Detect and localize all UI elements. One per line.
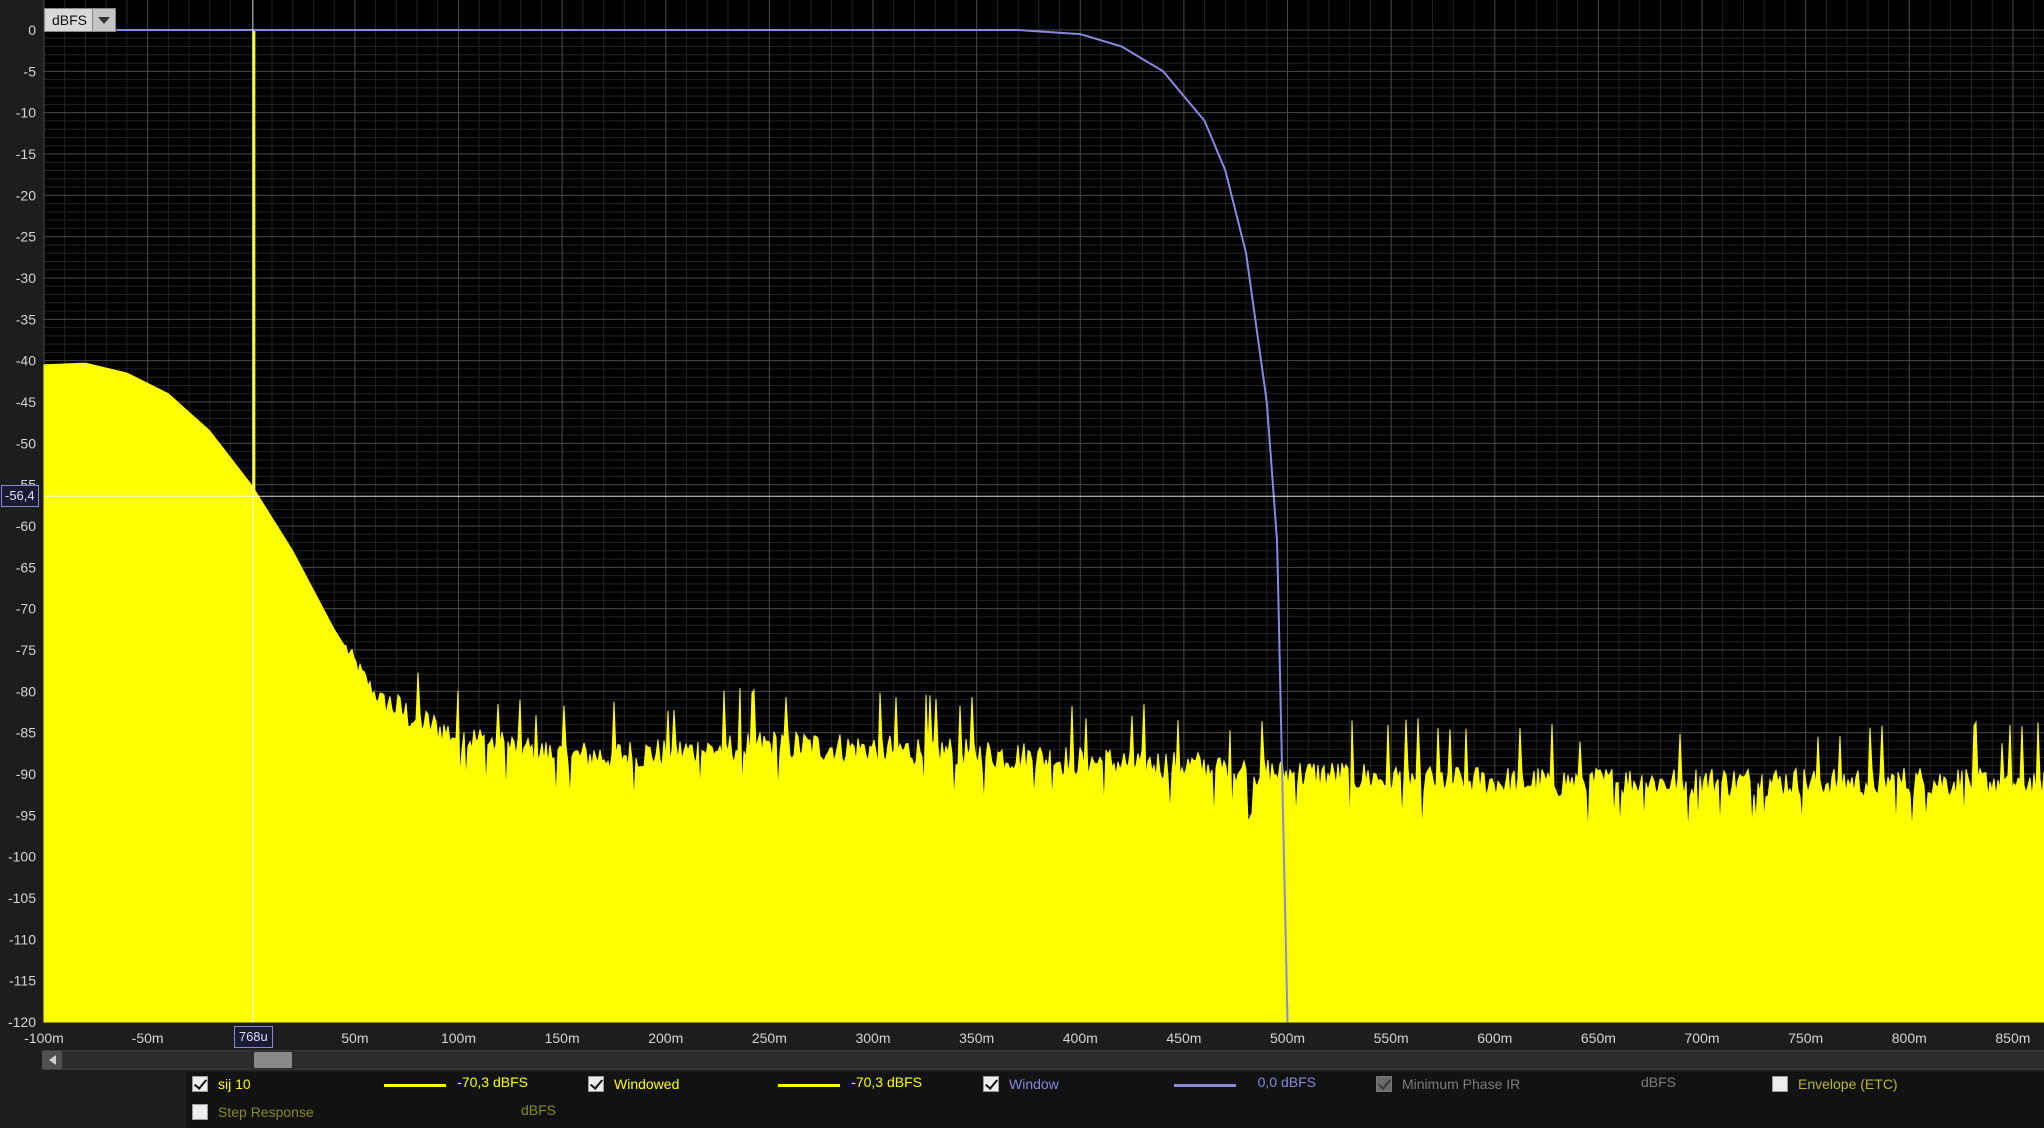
impulse-response-plot[interactable]: 0-5-10-15-20-25-30-35-40-45-50-55-60-65-… bbox=[0, 0, 2044, 1128]
legend-item-minimum-phase-ir: Minimum Phase IR bbox=[1376, 1074, 1520, 1094]
legend-label-minimum-phase-ir: Minimum Phase IR bbox=[1402, 1076, 1521, 1092]
x-tick-label: 200m bbox=[648, 1030, 683, 1046]
x-tick-label: 450m bbox=[1166, 1030, 1201, 1046]
y-tick-label: -25 bbox=[16, 229, 36, 245]
legend-item-envelope-etc[interactable]: Envelope (ETC) bbox=[1772, 1074, 1898, 1094]
y-tick-label: -5 bbox=[24, 63, 37, 79]
x-tick-label: 100m bbox=[441, 1030, 476, 1046]
legend-unit-step-response: dBFS bbox=[520, 1102, 556, 1118]
x-tick-label: 650m bbox=[1581, 1030, 1616, 1046]
legend-swatch-window bbox=[1174, 1084, 1236, 1087]
y-tick-label: -15 bbox=[16, 146, 36, 162]
y-tick-label: -90 bbox=[16, 766, 36, 782]
legend-checkbox-step-response[interactable] bbox=[192, 1104, 208, 1120]
trace-legend: sij 10 -70,3 dBFS Windowed -70,3 dBFS Wi… bbox=[186, 1072, 2044, 1128]
y-tick-label: -70 bbox=[16, 601, 36, 617]
x-tick-label: 350m bbox=[959, 1030, 994, 1046]
y-tick-label: -80 bbox=[16, 683, 36, 699]
x-tick-label: 550m bbox=[1374, 1030, 1409, 1046]
legend-value-windowed: -70,3 dBFS bbox=[851, 1074, 922, 1090]
unit-selector-label: dBFS bbox=[52, 12, 88, 28]
y-tick-label: -30 bbox=[16, 270, 36, 286]
x-tick-label: 800m bbox=[1892, 1030, 1927, 1046]
y-cursor-readout: -56,4 bbox=[1, 485, 39, 508]
legend-checkbox-envelope-etc[interactable] bbox=[1772, 1076, 1788, 1092]
y-tick-label: -120 bbox=[8, 1014, 36, 1030]
x-tick-label: 250m bbox=[752, 1030, 787, 1046]
x-tick-label: -100m bbox=[24, 1030, 64, 1046]
y-tick-label: -85 bbox=[16, 725, 36, 741]
legend-label-sij10: sij 10 bbox=[218, 1076, 251, 1092]
legend-value-window: 0,0 dBFS bbox=[1257, 1074, 1316, 1090]
legend-swatch-windowed bbox=[778, 1084, 840, 1087]
y-tick-label: -35 bbox=[16, 311, 36, 327]
legend-checkbox-window[interactable] bbox=[983, 1076, 999, 1092]
legend-label-windowed: Windowed bbox=[614, 1076, 680, 1092]
x-tick-label: 150m bbox=[545, 1030, 580, 1046]
scrollbar-thumb[interactable] bbox=[254, 1052, 292, 1068]
y-tick-label: 0 bbox=[28, 22, 36, 38]
y-tick-label: -60 bbox=[16, 518, 36, 534]
x-tick-label: 300m bbox=[855, 1030, 890, 1046]
scroll-left-arrow-icon[interactable] bbox=[42, 1051, 62, 1069]
y-tick-label: -105 bbox=[8, 890, 36, 906]
x-tick-label: -50m bbox=[132, 1030, 164, 1046]
y-tick-label: -20 bbox=[16, 187, 36, 203]
y-tick-label: -65 bbox=[16, 559, 36, 575]
chevron-down-icon[interactable] bbox=[92, 9, 115, 31]
legend-value-sij10: -70,3 dBFS bbox=[457, 1074, 528, 1090]
y-tick-label: -95 bbox=[16, 807, 36, 823]
x-cursor-readout: 768u bbox=[233, 1026, 273, 1048]
y-tick-label: -75 bbox=[16, 642, 36, 658]
legend-swatch-sij10 bbox=[384, 1084, 446, 1087]
x-tick-label: 50m bbox=[341, 1030, 368, 1046]
legend-label-step-response: Step Response bbox=[218, 1104, 314, 1120]
legend-label-window: Window bbox=[1009, 1076, 1059, 1092]
y-tick-label: -110 bbox=[9, 931, 36, 947]
legend-item-step-response[interactable]: Step Response bbox=[192, 1102, 314, 1122]
legend-label-envelope-etc: Envelope (ETC) bbox=[1798, 1076, 1898, 1092]
y-tick-label: -45 bbox=[16, 394, 36, 410]
x-tick-label: 600m bbox=[1477, 1030, 1512, 1046]
x-tick-label: 850m bbox=[1995, 1030, 2030, 1046]
y-tick-label: -115 bbox=[9, 973, 36, 989]
x-tick-label: 400m bbox=[1063, 1030, 1098, 1046]
horizontal-scrollbar[interactable] bbox=[42, 1050, 2044, 1070]
legend-unit-minimum-phase-ir: dBFS bbox=[1640, 1074, 1676, 1090]
legend-checkbox-sij10[interactable] bbox=[192, 1076, 208, 1092]
chart-svg[interactable]: 0-5-10-15-20-25-30-35-40-45-50-55-60-65-… bbox=[0, 0, 2044, 1050]
y-tick-label: -10 bbox=[16, 105, 36, 121]
x-tick-label: 500m bbox=[1270, 1030, 1305, 1046]
x-tick-label: 700m bbox=[1685, 1030, 1720, 1046]
legend-item-window[interactable]: Window bbox=[983, 1074, 1059, 1094]
legend-item-windowed[interactable]: Windowed bbox=[588, 1074, 679, 1094]
legend-checkbox-minimum-phase-ir bbox=[1376, 1076, 1392, 1092]
x-tick-label: 750m bbox=[1788, 1030, 1823, 1046]
legend-item-sij10[interactable]: sij 10 bbox=[192, 1074, 251, 1094]
y-tick-label: -100 bbox=[8, 849, 36, 865]
y-tick-label: -50 bbox=[16, 435, 36, 451]
legend-checkbox-windowed[interactable] bbox=[588, 1076, 604, 1092]
y-tick-label: -40 bbox=[16, 353, 36, 369]
unit-selector-dropdown[interactable]: dBFS bbox=[44, 8, 116, 32]
